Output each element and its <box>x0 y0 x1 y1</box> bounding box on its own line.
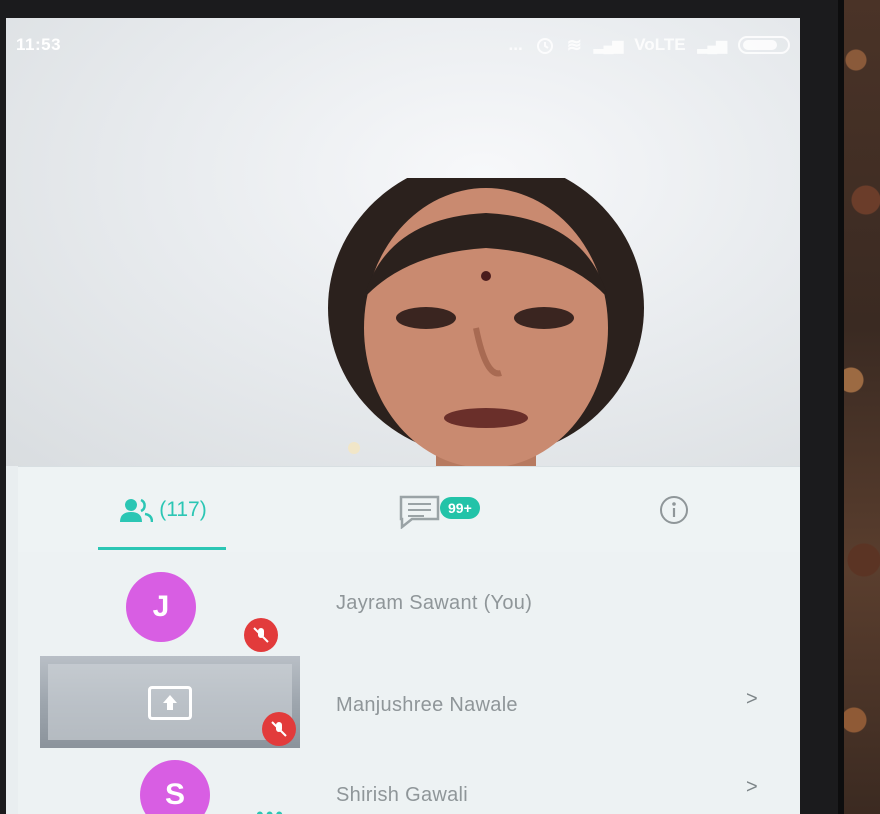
participant-name: Manjushree Nawale <box>336 694 518 716</box>
phone-frame: 11:53 ... ≋ ▂▄▆ VoLTE ▂▄▆ (117) 99+ J Ja… <box>0 0 844 814</box>
status-indicators: ... ≋ ▂▄▆ VoLTE ▂▄▆ <box>509 35 790 56</box>
chat-icon <box>399 495 440 529</box>
app-screen: 11:53 ... ≋ ▂▄▆ VoLTE ▂▄▆ (117) 99+ J Ja… <box>6 18 800 814</box>
signal-icon-2: ▂▄▆ <box>697 36 727 53</box>
mic-muted-icon <box>244 618 278 652</box>
more-options-icon[interactable]: ••• <box>256 804 285 814</box>
speaker-silhouette <box>328 178 644 466</box>
chevron-right-icon: > <box>746 688 758 710</box>
alarm-icon <box>536 38 553 54</box>
battery-icon <box>738 36 790 54</box>
participants-count: (117) <box>159 498 207 521</box>
tab-participants[interactable]: (117) <box>98 467 228 553</box>
tab-info[interactable] <box>658 467 708 553</box>
avatar: J <box>126 572 196 642</box>
participant-list: J Jayram Sawant (You) Manjushree Nawale … <box>18 552 800 814</box>
participant-row[interactable]: Manjushree Nawale > <box>18 656 800 748</box>
status-time: 11:53 <box>16 35 62 54</box>
active-speaker-video[interactable] <box>6 18 800 466</box>
info-icon <box>660 496 688 524</box>
participant-name: Shirish Gawali <box>336 784 469 806</box>
chat-unread-badge: 99+ <box>440 497 480 519</box>
network-label: VoLTE <box>634 35 686 54</box>
status-bar: 11:53 ... ≋ ▂▄▆ VoLTE ▂▄▆ <box>6 18 800 72</box>
avatar: S <box>140 760 210 814</box>
signal-icon: ▂▄▆ <box>593 36 623 53</box>
wifi-icon: ≋ <box>566 34 582 55</box>
participant-row[interactable]: J Jayram Sawant (You) <box>18 552 800 652</box>
participants-icon <box>120 498 154 522</box>
notification-dots: ... <box>508 35 523 54</box>
participant-row[interactable]: S Shirish Gawali > <box>18 752 800 814</box>
active-tab-indicator <box>98 547 226 550</box>
participant-name: Jayram Sawant (You) <box>336 592 533 614</box>
chevron-right-icon: > <box>746 776 758 798</box>
tab-bar: (117) 99+ <box>18 466 800 553</box>
